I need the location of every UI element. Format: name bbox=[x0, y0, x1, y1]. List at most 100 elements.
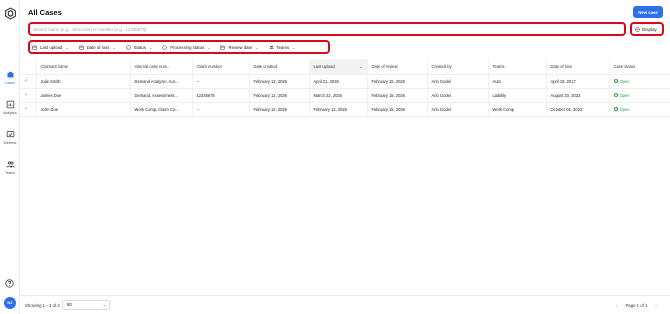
page-size-value: 50 bbox=[67, 302, 72, 307]
table-cell: Work Comp, Claim Co... bbox=[130, 102, 193, 117]
page-size-select[interactable]: 50 ⌄ bbox=[62, 300, 110, 310]
table-cell: February 15, 2026 bbox=[367, 88, 428, 103]
status-label: Open bbox=[619, 106, 630, 112]
filter-review-date[interactable]: Review date ⌄ bbox=[220, 45, 259, 50]
filter-date-of-loss[interactable]: Date of loss ⌄ bbox=[78, 45, 116, 50]
table-cell: March 22, 2026 bbox=[309, 88, 368, 103]
sidebar-item-wireless[interactable]: Wireless bbox=[0, 130, 20, 145]
filter-bar: Last upload ⌄ Date of loss ⌄ Status ⌄ Pr… bbox=[28, 40, 330, 54]
sidebar-item-analytics[interactable]: Analytics bbox=[0, 100, 20, 115]
filter-processing-status[interactable]: Processing status ⌄ bbox=[162, 45, 210, 50]
status-open-icon bbox=[613, 93, 618, 97]
table-cell: Julie Smith bbox=[36, 74, 131, 89]
table-row[interactable]: ✓ John Doe Work Comp, Claim Co... -- Feb… bbox=[20, 102, 670, 117]
table-cell: John Doe bbox=[36, 102, 131, 117]
new-case-button[interactable]: New case bbox=[633, 6, 663, 18]
table-cell: Arlo Godel bbox=[427, 88, 489, 103]
table-header-row: Claimant name Internal case num... Claim… bbox=[20, 59, 670, 75]
table-cell: Auto bbox=[488, 74, 547, 89]
filter-label: Review date bbox=[228, 45, 253, 50]
table-cell: Demand Analyzer, Aut... bbox=[130, 74, 193, 89]
filter-label: Last upload bbox=[40, 45, 63, 50]
app-logo-icon[interactable] bbox=[4, 7, 17, 20]
column-header[interactable]: Case status bbox=[609, 59, 670, 75]
checkmark-icon: ✓ bbox=[24, 106, 29, 112]
status-circle-icon bbox=[126, 45, 131, 50]
table-cell: February 12, 2026 bbox=[249, 74, 310, 89]
display-button[interactable]: Display bbox=[633, 25, 661, 33]
table-cell: April 19, 2017 bbox=[546, 74, 610, 89]
sidebar-item-label: Analytics bbox=[3, 111, 17, 115]
column-header-label: Last upload bbox=[313, 63, 335, 69]
sort-chevron-icon: ⌄ bbox=[359, 63, 363, 69]
analytics-icon bbox=[6, 100, 14, 109]
table-cell: Arlo Godel bbox=[427, 74, 489, 89]
wireless-icon bbox=[6, 131, 14, 138]
table-cell: February 12, 2026 bbox=[309, 102, 368, 117]
status-open-icon bbox=[613, 107, 618, 111]
table-cell: February 15, 2026 bbox=[367, 102, 428, 117]
table-cell: 12345678 bbox=[192, 88, 250, 103]
sidebar: Cases Analytics Wireless Teams NZ bbox=[0, 0, 20, 314]
table-cell: February 15, 2026 bbox=[367, 74, 428, 89]
filter-last-upload[interactable]: Last upload ⌄ bbox=[32, 45, 69, 50]
status-badge: Open bbox=[613, 92, 666, 98]
checkmark-icon: ✓ bbox=[24, 92, 29, 98]
select-column-header bbox=[20, 59, 37, 75]
chevron-down-icon: ⌄ bbox=[255, 45, 259, 50]
column-header[interactable]: Claim number bbox=[192, 59, 250, 75]
filter-label: Status bbox=[133, 45, 146, 50]
calendar-icon bbox=[32, 45, 37, 50]
table-cell: -- bbox=[192, 74, 250, 89]
filter-label: Teams bbox=[276, 45, 290, 50]
column-header[interactable]: Created by bbox=[427, 59, 489, 75]
table-cell: James Doe bbox=[36, 88, 131, 103]
chevron-down-icon: ⌄ bbox=[102, 302, 106, 307]
column-header[interactable]: Claimant name bbox=[36, 59, 131, 75]
table-cell: -- bbox=[192, 102, 250, 117]
table-row[interactable]: ✓ James Doe Demand, Assessment... 123456… bbox=[20, 88, 670, 103]
next-page-icon[interactable]: › bbox=[655, 303, 656, 308]
status-badge: Open bbox=[613, 79, 666, 84]
chevron-down-icon: ⌄ bbox=[112, 45, 116, 50]
status-open-icon bbox=[613, 79, 618, 83]
filter-teams[interactable]: Teams ⌄ bbox=[268, 45, 296, 50]
display-icon bbox=[635, 26, 640, 32]
chevron-down-icon: ⌄ bbox=[148, 45, 153, 50]
column-header[interactable]: Internal case num... bbox=[130, 59, 193, 75]
search-input[interactable] bbox=[33, 26, 621, 33]
column-header-sorted[interactable]: Last upload ⌄ bbox=[309, 59, 368, 75]
pager: ‹ Page 1 of 1 › bbox=[616, 303, 657, 308]
table-cell: February 12, 2026 bbox=[249, 88, 310, 103]
sidebar-item-teams[interactable]: Teams bbox=[0, 160, 20, 175]
chevron-down-icon: ⌄ bbox=[292, 45, 296, 50]
chevron-down-icon: ⌄ bbox=[65, 45, 69, 50]
cases-table: Claimant name Internal case num... Claim… bbox=[20, 59, 670, 117]
table-cell: February 12, 2026 bbox=[249, 102, 310, 117]
column-header[interactable]: Date of loss bbox=[546, 59, 610, 75]
filter-label: Date of loss bbox=[86, 45, 110, 50]
column-header[interactable]: Teams bbox=[488, 59, 547, 75]
sidebar-item-cases[interactable]: Cases bbox=[0, 70, 20, 85]
help-icon[interactable] bbox=[5, 279, 14, 288]
table-cell: Liability bbox=[488, 88, 547, 103]
teams-icon bbox=[268, 45, 274, 50]
cases-icon bbox=[7, 71, 13, 78]
display-control: Display bbox=[630, 22, 664, 36]
sidebar-item-label: Teams bbox=[5, 171, 15, 175]
prev-page-icon[interactable]: ‹ bbox=[616, 303, 617, 308]
filter-status[interactable]: Status ⌄ bbox=[126, 45, 153, 50]
calendar-icon bbox=[220, 45, 226, 50]
checkmark-icon: ✓ bbox=[24, 78, 29, 84]
status-label: Open bbox=[619, 92, 630, 98]
showing-count: Showing 1 - 3 of 3 bbox=[25, 303, 60, 308]
teams-icon bbox=[6, 161, 15, 168]
table-cell: Demand, Assessment... bbox=[130, 88, 193, 103]
page-info: Page 1 of 1 bbox=[625, 303, 648, 308]
avatar[interactable]: NZ bbox=[4, 297, 16, 309]
column-header[interactable]: Date of review bbox=[367, 59, 428, 75]
table-cell: April 21, 2026 bbox=[309, 74, 368, 89]
page-title: All Cases bbox=[28, 8, 62, 17]
table-row[interactable]: ✓ Julie Smith Demand Analyzer, Aut... --… bbox=[20, 74, 670, 89]
column-header[interactable]: Date created bbox=[249, 59, 310, 75]
